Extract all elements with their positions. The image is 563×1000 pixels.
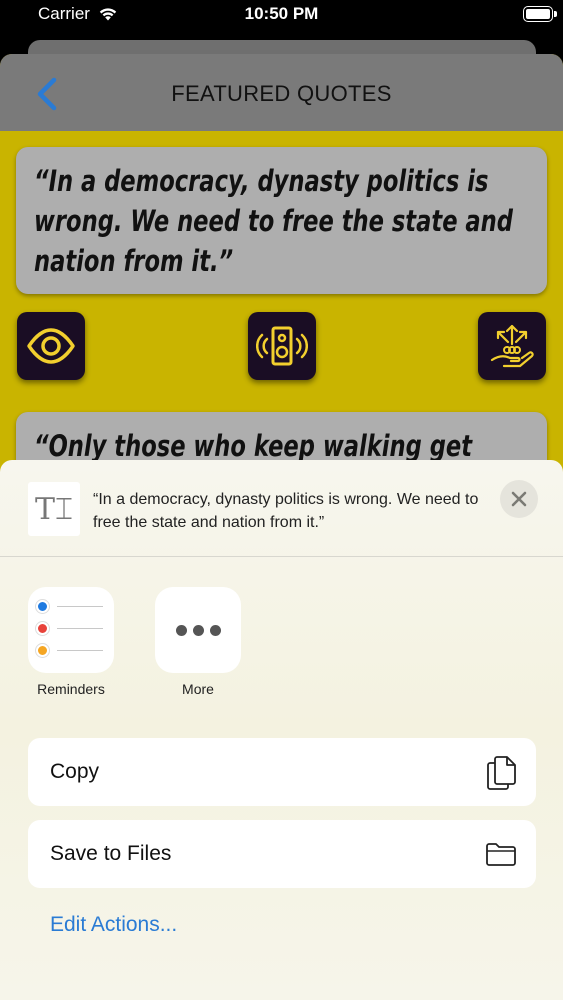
- status-time: 10:50 PM: [244, 4, 319, 23]
- status-bar: Carrier 10:50 PM: [0, 0, 563, 30]
- save-to-files-label: Save to Files: [50, 842, 172, 865]
- copy-label: Copy: [50, 760, 100, 783]
- reminders-label: Reminders: [37, 681, 105, 697]
- eye-icon: [27, 328, 75, 364]
- speak-button[interactable]: [248, 312, 316, 380]
- more-label: More: [182, 681, 214, 697]
- quote-text: “In a democracy, dynasty politics is wro…: [34, 164, 513, 278]
- more-apps-button[interactable]: [155, 587, 241, 673]
- folder-icon: [486, 843, 516, 866]
- navigation-bar: FEATURED QUOTES: [0, 54, 563, 131]
- share-hand-icon: [490, 324, 534, 368]
- share-sheet: T⌶ “In a democracy, dynasty politics is …: [0, 460, 563, 1000]
- speaker-icon: [256, 326, 308, 366]
- page-title: FEATURED QUOTES: [171, 81, 392, 106]
- view-button[interactable]: [17, 312, 85, 380]
- share-sheet-header: T⌶ “In a democracy, dynasty politics is …: [0, 460, 563, 557]
- close-button[interactable]: [500, 480, 538, 518]
- copy-action[interactable]: Copy: [28, 738, 536, 806]
- share-button[interactable]: [478, 312, 546, 380]
- share-preview-text: “In a democracy, dynasty politics is wro…: [93, 491, 479, 531]
- text-document-icon: T⌶: [28, 482, 80, 536]
- close-icon: [511, 491, 527, 507]
- more-icon: [155, 587, 241, 673]
- copy-icon: [487, 756, 516, 790]
- edit-actions-link[interactable]: Edit Actions...: [50, 913, 177, 937]
- battery-icon: [523, 6, 557, 22]
- save-to-files-action[interactable]: Save to Files: [28, 820, 536, 888]
- quote-card[interactable]: “In a democracy, dynasty politics is wro…: [16, 147, 547, 294]
- reminders-app-button[interactable]: [28, 587, 114, 673]
